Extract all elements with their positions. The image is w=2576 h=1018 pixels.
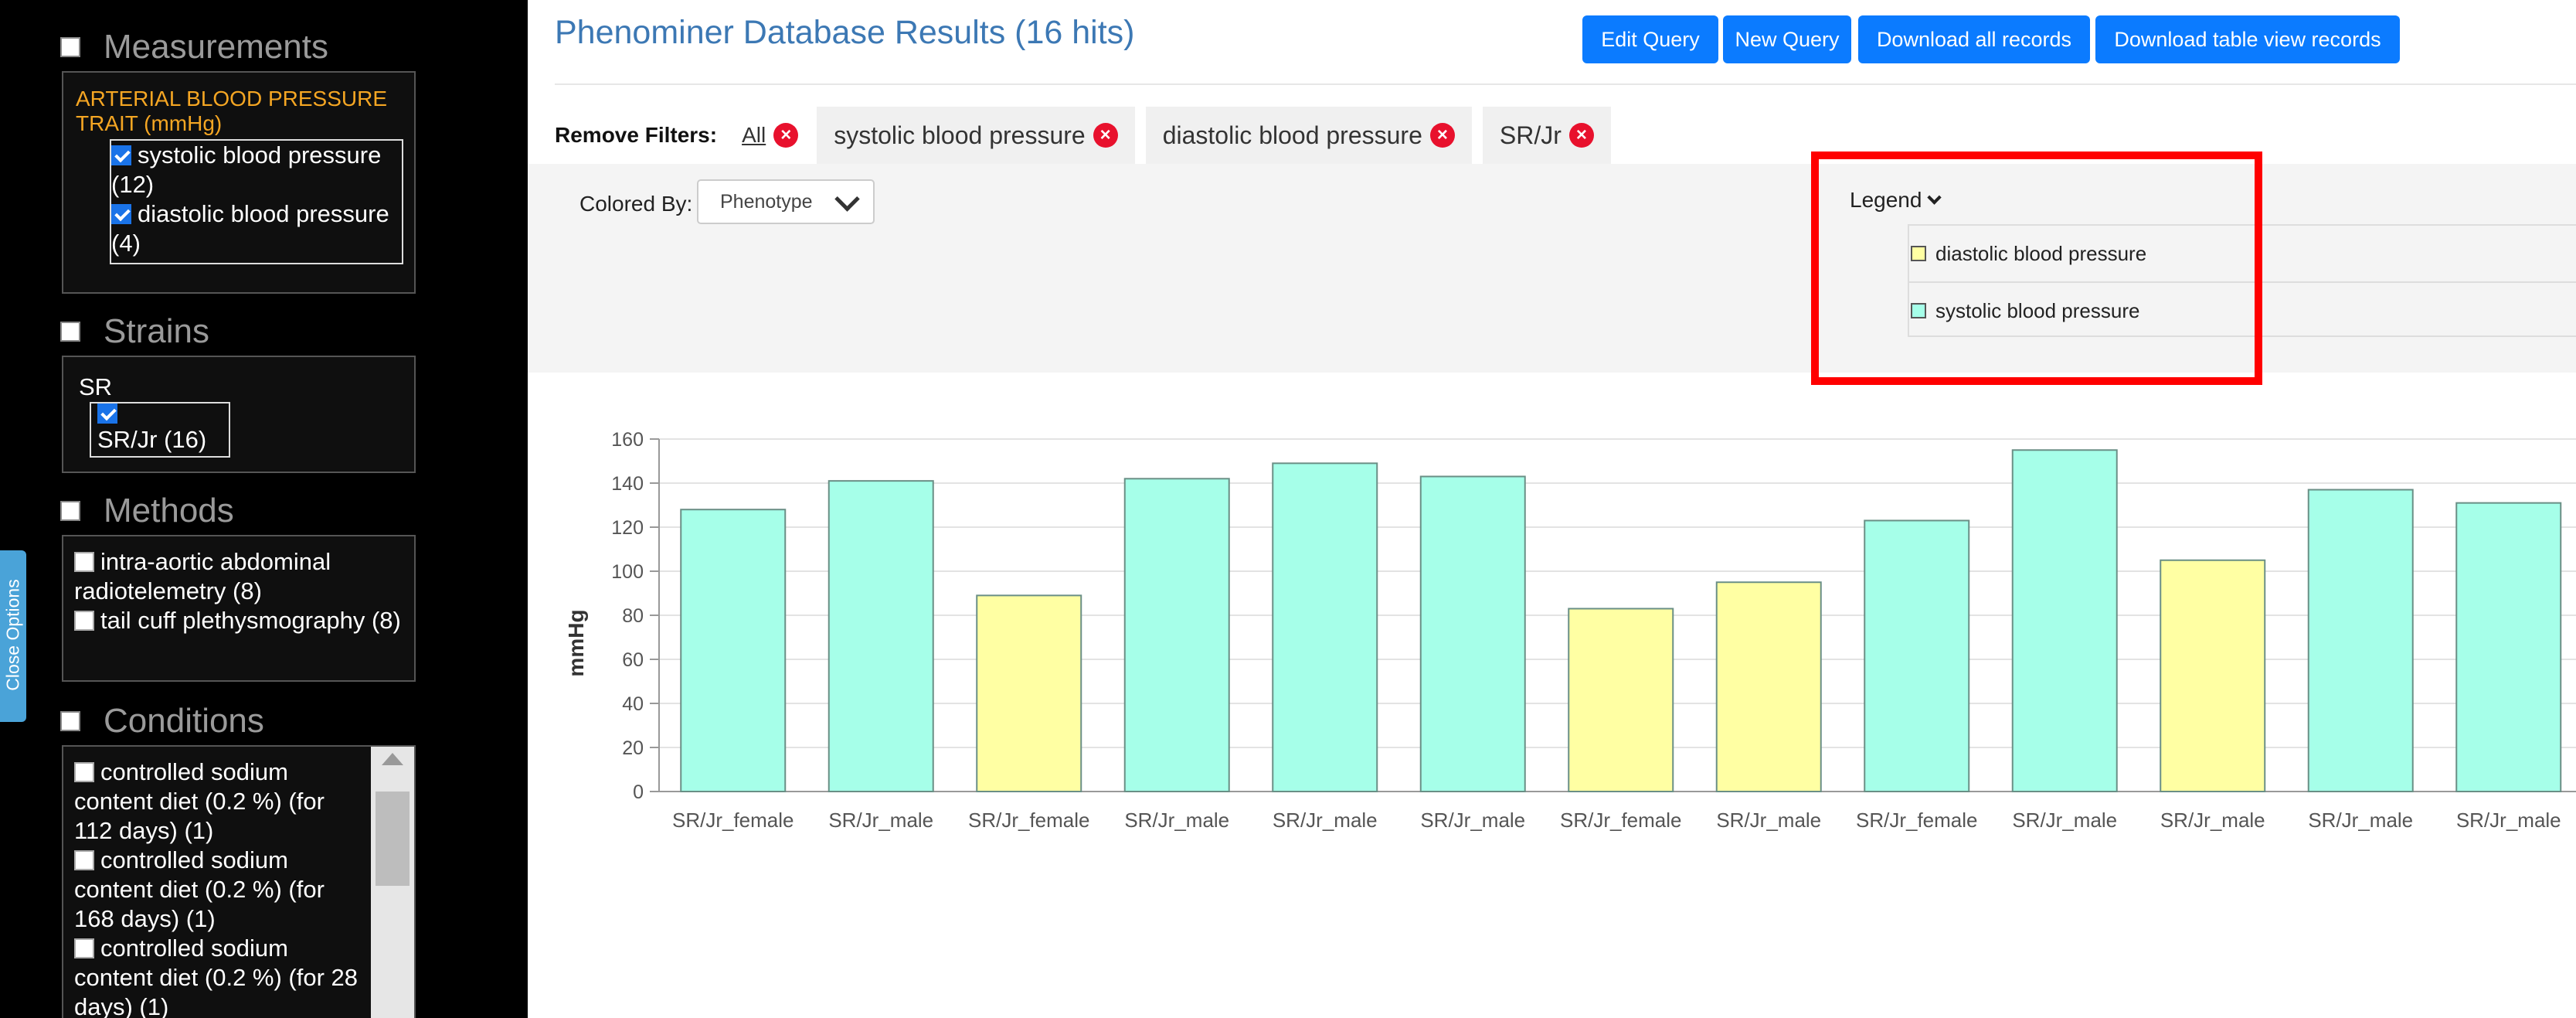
y-axis-label: mmHg	[564, 609, 588, 676]
close-options-label: Close Options	[2, 579, 23, 691]
diastolic-checkbox[interactable]	[111, 204, 131, 224]
strains-header[interactable]: Strains	[60, 312, 209, 351]
remove-strain-icon[interactable]: ×	[1568, 123, 1594, 148]
method-item-radiotelemetry[interactable]: intra-aortic abdominal radiotelemetry (8…	[74, 547, 403, 606]
bar-12	[2307, 489, 2414, 793]
bar-5	[1272, 462, 1378, 792]
trait-items: systolic blood pressure (12) diastolic b…	[110, 139, 403, 264]
tailcuff-checkbox[interactable]	[74, 611, 94, 631]
colored-by-select[interactable]: Phenotype	[697, 179, 875, 224]
bar-13	[2455, 502, 2562, 792]
filter-chip-strain[interactable]: SR/Jr ×	[1482, 107, 1611, 164]
condition-168-checkbox[interactable]	[74, 850, 94, 870]
strains-checkbox[interactable]	[60, 322, 80, 342]
x-tick-label: SR/Jr_male	[2308, 809, 2413, 832]
conditions-scrollbar[interactable]	[371, 747, 414, 1018]
condition-item-168[interactable]: controlled sodium content diet (0.2 %) (…	[74, 846, 360, 934]
measurements-checkbox[interactable]	[60, 37, 80, 57]
remove-all-icon[interactable]: ×	[773, 123, 799, 148]
condition-item-28[interactable]: controlled sodium content diet (0.2 %) (…	[74, 934, 360, 1018]
chart-bars	[680, 449, 2562, 793]
download-all-button[interactable]: Download all records	[1858, 15, 2090, 63]
header-divider	[555, 83, 2576, 85]
conditions-box: controlled sodium content diet (0.2 %) (…	[62, 745, 416, 1018]
radiotelemetry-checkbox[interactable]	[74, 552, 94, 572]
x-tick-label: SR/Jr_male	[1420, 809, 1525, 832]
condition-112-checkbox[interactable]	[74, 762, 94, 782]
condition-item-112[interactable]: controlled sodium content diet (0.2 %) (…	[74, 758, 360, 846]
strains-box: SR SR/Jr (16)	[62, 356, 416, 473]
filter-sidebar: Measurements ARTERIAL BLOOD PRESSURE TRA…	[0, 0, 528, 1018]
bar-11	[2160, 559, 2266, 792]
highlight-annotation-box	[1811, 152, 2262, 385]
measurements-header[interactable]: Measurements	[60, 28, 328, 66]
strain-item-srjr[interactable]: SR/Jr (16)	[90, 402, 230, 458]
conditions-checkbox[interactable]	[60, 711, 80, 731]
scroll-up-arrow-icon[interactable]	[382, 753, 403, 765]
x-tick-label: SR/Jr_male	[2160, 809, 2265, 832]
edit-query-button[interactable]: Edit Query	[1582, 15, 1718, 63]
condition-28-checkbox[interactable]	[74, 938, 94, 958]
x-tick-label: SR/Jr_male	[1716, 809, 1821, 832]
measurements-title: Measurements	[104, 28, 329, 66]
x-tick-label: SR/Jr_male	[828, 809, 933, 832]
filter-chip-systolic[interactable]: systolic blood pressure ×	[817, 107, 1135, 164]
chevron-down-icon	[834, 186, 860, 212]
bar-10	[2011, 449, 2118, 792]
bar-6	[1419, 475, 1526, 792]
remove-filters-row: Remove Filters: All × systolic blood pres…	[555, 107, 1622, 164]
bar-8	[1715, 581, 1822, 792]
x-tick-label: SR/Jr_female	[1856, 809, 1978, 832]
y-tick-label: 40	[622, 693, 644, 715]
bar-7	[1568, 608, 1674, 793]
y-tick-label: 20	[622, 737, 644, 759]
y-tick-label: 0	[633, 781, 644, 803]
download-table-button[interactable]: Download table view records	[2095, 15, 2400, 63]
strains-title: Strains	[104, 312, 209, 350]
x-tick-label: SR/Jr_male	[1273, 809, 1378, 832]
y-tick-label: 160	[611, 429, 644, 451]
scroll-thumb[interactable]	[376, 792, 410, 886]
filter-chip-all[interactable]: All ×	[734, 107, 806, 164]
methods-title: Methods	[104, 492, 234, 529]
bar-2	[828, 480, 934, 793]
bar-9	[1864, 519, 1970, 792]
remove-systolic-icon[interactable]: ×	[1093, 123, 1118, 148]
close-options-tab[interactable]: Close Options	[0, 550, 26, 722]
srjr-checkbox[interactable]	[97, 403, 117, 424]
y-tick-label: 120	[611, 517, 644, 539]
y-tick-label: 80	[622, 605, 644, 627]
y-tick-label: 100	[611, 561, 644, 583]
bar-3	[976, 594, 1082, 792]
methods-header[interactable]: Methods	[60, 492, 234, 530]
y-tick-label: 60	[622, 649, 644, 671]
new-query-button[interactable]: New Query	[1723, 15, 1851, 63]
colored-by-label: Colored By:	[579, 192, 693, 216]
conditions-title: Conditions	[104, 702, 264, 740]
page-title: Phenominer Database Results (16 hits)	[555, 14, 1135, 51]
x-tick-label: SR/Jr_male	[2456, 809, 2561, 832]
measurements-box: ARTERIAL BLOOD PRESSURE TRAIT (mmHg) sys…	[62, 71, 416, 294]
x-tick-label: SR/Jr_female	[968, 809, 1090, 832]
strain-group: SR	[79, 373, 113, 400]
conditions-header[interactable]: Conditions	[60, 702, 264, 741]
measurement-item-diastolic[interactable]: diastolic blood pressure (4)	[111, 199, 402, 258]
x-tick-label: SR/Jr_female	[1560, 809, 1682, 832]
x-tick-label: SR/Jr_female	[672, 809, 794, 832]
methods-box: intra-aortic abdominal radiotelemetry (8…	[62, 535, 416, 682]
bar-1	[680, 509, 787, 792]
x-tick-label: SR/Jr_male	[1124, 809, 1229, 832]
x-tick-label: SR/Jr_male	[2012, 809, 2117, 832]
methods-checkbox[interactable]	[60, 501, 80, 521]
trait-title: ARTERIAL BLOOD PRESSURE TRAIT (mmHg)	[76, 87, 388, 135]
method-item-tailcuff[interactable]: tail cuff plethysmography (8)	[74, 606, 403, 635]
bar-4	[1123, 478, 1230, 793]
filter-chip-diastolic[interactable]: diastolic blood pressure ×	[1145, 107, 1472, 164]
bar-chart: 0 20 40 60 80 100 120 140 160 SR/Jr_female SR/Jr_m…	[564, 429, 2576, 832]
remove-filters-label: Remove Filters:	[555, 123, 718, 147]
remove-diastolic-icon[interactable]: ×	[1429, 123, 1455, 148]
y-tick-label: 140	[611, 473, 644, 495]
measurement-item-systolic[interactable]: systolic blood pressure (12)	[111, 141, 402, 199]
systolic-checkbox[interactable]	[111, 145, 131, 165]
